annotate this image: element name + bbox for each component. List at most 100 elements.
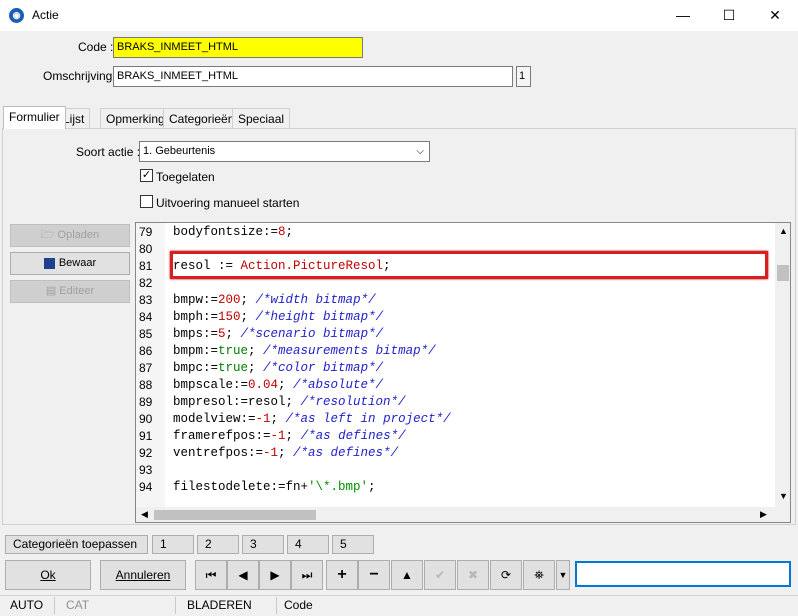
code-field[interactable]: BRAKS_INMEET_HTML: [113, 37, 363, 58]
add-icon: +: [337, 566, 347, 583]
tab-categorieen[interactable]: Categorieën: [163, 108, 241, 128]
code-token: /*absolute*/: [293, 378, 384, 392]
code-line[interactable]: 83 bmpw:=200; /*width bitmap*/: [136, 292, 776, 309]
confirm-button[interactable]: ✔: [424, 560, 456, 590]
vertical-scroll-thumb[interactable]: [777, 265, 789, 281]
search-button[interactable]: ⛯: [523, 560, 555, 590]
minimize-icon[interactable]: —: [660, 0, 706, 31]
code-token: 8: [278, 225, 286, 239]
up-button[interactable]: ▲: [391, 560, 423, 590]
code-line[interactable]: 87 bmpc:=true; /*color bitmap*/: [136, 360, 776, 377]
scroll-up-icon[interactable]: ▲: [779, 226, 788, 236]
code-token: bmph:=: [173, 310, 219, 324]
cancel-edit-button[interactable]: ✖: [457, 560, 489, 590]
category-5-button[interactable]: 5: [332, 535, 374, 554]
code-editor[interactable]: 79 bodyfontsize:=8; 80 81 resol := Action.Pi…: [135, 222, 791, 523]
code-token: bmpm:=: [173, 344, 219, 358]
code-text: bodyfontsize:=8;: [173, 224, 293, 241]
code-token: ;: [248, 344, 264, 358]
tab-formulier[interactable]: Formulier: [3, 106, 66, 129]
code-line[interactable]: 93: [136, 462, 776, 479]
code-token: bmps:=: [173, 327, 219, 341]
status-auto: AUTO: [0, 597, 55, 614]
line-number: 86: [139, 344, 153, 358]
horizontal-scroll-thumb[interactable]: [154, 510, 316, 520]
code-line[interactable]: 79 bodyfontsize:=8;: [136, 224, 776, 241]
first-icon: ⏮: [205, 568, 217, 582]
line-number: 82: [139, 276, 153, 290]
code-line[interactable]: 90 modelview:=-1; /*as left in project*/: [136, 411, 776, 428]
line-number: 94: [139, 480, 153, 494]
line-number: 81: [139, 259, 153, 273]
code-token: /*as defines*/: [293, 446, 399, 460]
categorieen-toepassen-button[interactable]: Categorieën toepassen: [5, 535, 148, 554]
line-number: 84: [139, 310, 153, 324]
code-token: ;: [240, 310, 256, 324]
annuleren-label: Annuleren: [115, 568, 171, 582]
soort-actie-select[interactable]: 1. Gebeurtenis ⌵: [139, 141, 430, 162]
vertical-scrollbar[interactable]: ▲ ▼: [775, 223, 790, 507]
dropdown-icon: ▼: [558, 570, 568, 580]
search-input[interactable]: [575, 561, 791, 587]
code-line[interactable]: 84 bmph:=150; /*height bitmap*/: [136, 309, 776, 326]
code-token: /*height bitmap*/: [255, 310, 384, 324]
annuleren-button[interactable]: Annuleren: [100, 560, 186, 590]
scroll-down-icon[interactable]: ▼: [779, 491, 788, 501]
line-number: 85: [139, 327, 153, 341]
code-token: 0.04: [248, 378, 279, 392]
code-text: bmps:=5; /*scenario bitmap*/: [173, 326, 383, 343]
code-token: /*as left in project*/: [285, 412, 451, 426]
omschrijving-field[interactable]: BRAKS_INMEET_HTML: [113, 66, 513, 87]
bewaar-button[interactable]: Bewaar: [10, 252, 130, 275]
code-line[interactable]: 92 ventrefpos:=-1; /*as defines*/: [136, 445, 776, 462]
previous-record-button[interactable]: ◀: [227, 560, 259, 590]
code-token: /*measurements bitmap*/: [263, 344, 436, 358]
code-token: ;: [285, 225, 294, 239]
code-text: filestodelete:=fn+'\*.bmp';: [173, 479, 376, 496]
omschrijving-language-indicator[interactable]: 1: [516, 66, 531, 87]
code-line[interactable]: 88 bmpscale:=0.04; /*absolute*/: [136, 377, 776, 394]
add-button[interactable]: +: [326, 560, 358, 590]
category-2-button[interactable]: 2: [197, 535, 239, 554]
refresh-button[interactable]: ⟳: [490, 560, 522, 590]
uitvoering-checkbox[interactable]: [140, 195, 153, 208]
code-token: -1: [263, 446, 279, 460]
code-token: bmpc:=: [173, 361, 219, 375]
code-token: bodyfontsize:=: [173, 225, 279, 239]
status-field: Code: [284, 598, 313, 612]
tab-opmerking[interactable]: Opmerking: [100, 108, 171, 128]
first-record-button[interactable]: ⏮: [195, 560, 227, 590]
code-token: ;: [368, 480, 376, 494]
close-icon[interactable]: ✕: [752, 0, 798, 31]
next-icon: ▶: [270, 568, 280, 582]
tab-speciaal[interactable]: Speciaal: [232, 108, 291, 128]
code-text: bmpresol:=resol; /*resolution*/: [173, 394, 406, 411]
scroll-left-icon[interactable]: ◀: [141, 509, 148, 520]
category-3-button[interactable]: 3: [242, 535, 284, 554]
ok-button[interactable]: Ok: [5, 560, 91, 590]
last-record-button[interactable]: ⏭: [291, 560, 323, 590]
code-token: ;: [240, 293, 256, 307]
scroll-right-icon[interactable]: ▶: [760, 509, 767, 520]
line-number: 88: [139, 378, 153, 392]
code-line[interactable]: 94 filestodelete:=fn+'\*.bmp';: [136, 479, 776, 496]
code-token: true: [218, 361, 249, 375]
code-line[interactable]: 89 bmpresol:=resol; /*resolution*/: [136, 394, 776, 411]
editeer-button[interactable]: ▤ Editeer: [10, 280, 130, 303]
uitvoering-label: Uitvoering manueel starten: [156, 196, 300, 210]
toegelaten-checkbox[interactable]: ✓: [140, 169, 153, 182]
opladen-button[interactable]: 🗁 Opladen: [10, 224, 130, 247]
code-line[interactable]: 86 bmpm:=true; /*measurements bitmap*/: [136, 343, 776, 360]
search-options-dropdown[interactable]: ▼: [556, 560, 570, 590]
remove-icon: −: [369, 566, 379, 583]
line-number: 89: [139, 395, 153, 409]
code-line[interactable]: 91 framerefpos:=-1; /*as defines*/: [136, 428, 776, 445]
horizontal-scrollbar[interactable]: ◀ ▶: [136, 507, 790, 522]
category-4-button[interactable]: 4: [287, 535, 329, 554]
code-line[interactable]: 85 bmps:=5; /*scenario bitmap*/: [136, 326, 776, 343]
maximize-icon[interactable]: ☐: [706, 0, 752, 31]
remove-button[interactable]: −: [358, 560, 390, 590]
category-1-button[interactable]: 1: [152, 535, 194, 554]
next-record-button[interactable]: ▶: [259, 560, 291, 590]
floppy-disk-icon: [43, 257, 55, 269]
